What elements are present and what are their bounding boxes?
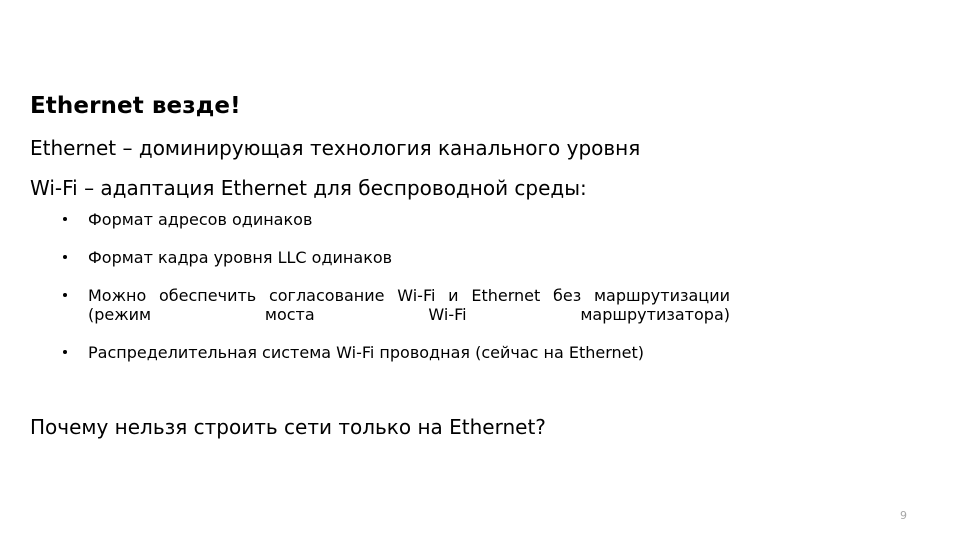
body-paragraph-1: Ethernet – доминирующая технология канал…: [30, 136, 641, 160]
list-item: Распределительная система Wi-Fi проводна…: [30, 343, 730, 381]
closing-question: Почему нельзя строить сети только на Eth…: [30, 415, 546, 439]
list-item-label: Формат адресов одинаков: [88, 210, 313, 229]
bullet-list: Формат адресов одинаков Формат кадра уро…: [30, 210, 730, 381]
slide-title: Ethernet везде!: [30, 93, 241, 120]
list-item-label: Распределительная система Wi-Fi проводна…: [88, 343, 645, 362]
slide-canvas: Ethernet везде! Ethernet – доминирующая …: [0, 0, 960, 540]
bullet-dot-icon: [63, 350, 67, 354]
slide-body: Ethernet – доминирующая технология канал…: [30, 136, 730, 381]
body-paragraph-2: Wi-Fi – адаптация Ethernet для беспровод…: [30, 176, 587, 200]
list-item-label: Формат кадра уровня LLC одинаков: [88, 248, 393, 267]
page-number: 9: [900, 509, 907, 522]
bullet-dot-icon: [63, 293, 67, 297]
bullet-dot-icon: [63, 255, 67, 259]
list-item: Формат адресов одинаков: [30, 210, 730, 248]
bullet-dot-icon: [63, 217, 67, 221]
list-item: Формат кадра уровня LLC одинаков: [30, 248, 730, 286]
list-item-label: Можно обеспечить согласование Wi-Fi и Et…: [88, 286, 730, 324]
list-item: Можно обеспечить согласование Wi-Fi и Et…: [30, 286, 730, 343]
